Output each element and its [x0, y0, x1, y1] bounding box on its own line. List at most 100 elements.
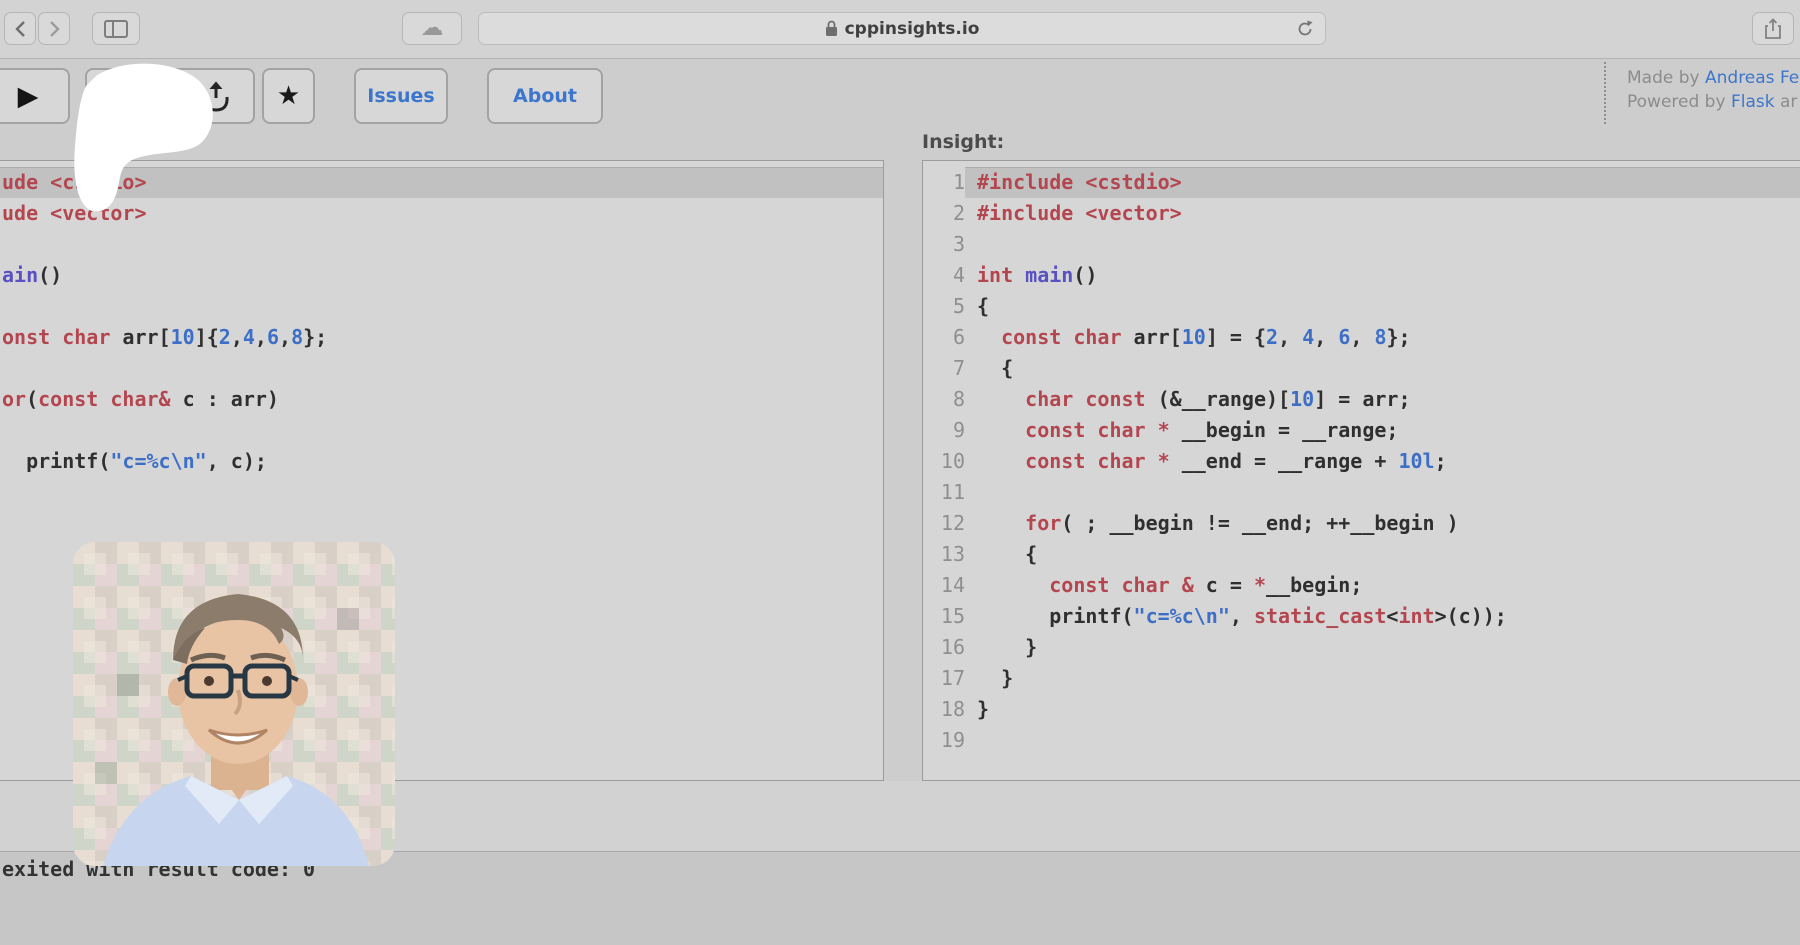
url-text: cppinsights.io [845, 19, 980, 39]
code-line-text: int main() [965, 260, 1800, 291]
line-number: 19 [923, 725, 965, 756]
code-line-text: #include <cstdio> [965, 167, 1800, 198]
code-line: 8 char const (&__range)[10] = arr; [923, 384, 1800, 415]
back-button[interactable] [4, 12, 36, 45]
code-line: 1#include <cstdio> [923, 167, 1800, 198]
chevron-left-icon [15, 20, 26, 38]
star-button[interactable]: ★ [262, 68, 315, 124]
code-line-text [0, 415, 883, 446]
line-number: 5 [923, 291, 965, 322]
about-button[interactable]: About [487, 68, 603, 124]
cloud-button[interactable]: ☁ [402, 12, 462, 45]
code-line: 17 } [923, 663, 1800, 694]
code-line: 10 const char * __end = __range + 10l; [923, 446, 1800, 477]
code-line: ain() [0, 260, 883, 291]
about-label: About [513, 85, 577, 107]
code-line-text: } [965, 632, 1800, 663]
chevron-right-icon [49, 20, 60, 38]
code-line: 16 } [923, 632, 1800, 663]
cppinsights-page: { "browser": { "url_host": "cppinsights.… [0, 0, 1800, 945]
code-line: 6 const char arr[10] = {2, 4, 6, 8}; [923, 322, 1800, 353]
code-line-text: } [965, 663, 1800, 694]
code-line: 15 printf("c=%c\n", static_cast<int>(c))… [923, 601, 1800, 632]
code-line-text: char const (&__range)[10] = arr; [965, 384, 1800, 415]
refresh-icon [1295, 19, 1315, 39]
line-number: 17 [923, 663, 965, 694]
line-number: 1 [923, 167, 965, 198]
code-line [0, 229, 883, 260]
code-line-text: } [965, 694, 1800, 725]
share-button[interactable] [1752, 12, 1794, 45]
code-line: 9 const char * __begin = __range; [923, 415, 1800, 446]
star-icon: ★ [277, 83, 300, 109]
browser-chrome: ☁ cppinsights.io [0, 0, 1800, 59]
credits: Made by Andreas Fe Powered by Flask ar [1627, 66, 1800, 114]
code-line: or(const char& c : arr) [0, 384, 883, 415]
code-line-text: const char * __begin = __range; [965, 415, 1800, 446]
made-by-line: Made by Andreas Fe [1627, 66, 1800, 90]
cloud-icon: ☁ [421, 17, 444, 40]
line-number: 6 [923, 322, 965, 353]
run-button[interactable]: ▶ [0, 68, 70, 124]
line-number: 4 [923, 260, 965, 291]
line-number: 9 [923, 415, 965, 446]
insight-editor[interactable]: 1#include <cstdio>2#include <vector>34in… [922, 160, 1800, 781]
play-icon: ▶ [18, 83, 39, 110]
credits-divider [1604, 62, 1606, 124]
white-blob-overlay [68, 58, 220, 220]
code-line-text: const char arr[10] = {2, 4, 6, 8}; [965, 322, 1800, 353]
share-icon [1764, 18, 1782, 40]
code-line: 13 { [923, 539, 1800, 570]
line-number: 14 [923, 570, 965, 601]
code-line: 2#include <vector> [923, 198, 1800, 229]
powered-by-line: Powered by Flask ar [1627, 90, 1800, 114]
code-line-text [0, 229, 883, 260]
code-line-text: printf("c=%c\n", static_cast<int>(c)); [965, 601, 1800, 632]
code-line: 3 [923, 229, 1800, 260]
code-line: onst char arr[10]{2,4,6,8}; [0, 322, 883, 353]
flask-link[interactable]: Flask [1731, 92, 1775, 112]
code-line-text: { [965, 539, 1800, 570]
line-number: 16 [923, 632, 965, 663]
sidebar-toggle-button[interactable] [92, 12, 140, 45]
forward-button[interactable] [38, 12, 70, 45]
code-line-text: or(const char& c : arr) [0, 384, 883, 415]
line-number: 11 [923, 477, 965, 508]
line-number: 18 [923, 694, 965, 725]
author-link[interactable]: Andreas Fe [1705, 68, 1799, 88]
code-line: printf("c=%c\n", c); [0, 446, 883, 477]
line-number: 3 [923, 229, 965, 260]
code-line: 5{ [923, 291, 1800, 322]
line-number: 2 [923, 198, 965, 229]
code-line: 12 for( ; __begin != __end; ++__begin ) [923, 508, 1800, 539]
line-number: 13 [923, 539, 965, 570]
code-line-text [965, 477, 1800, 508]
code-line-text: #include <vector> [965, 198, 1800, 229]
code-line-text [0, 291, 883, 322]
code-line: 14 const char & c = *__begin; [923, 570, 1800, 601]
sidebar-icon [104, 20, 128, 38]
code-line: 18} [923, 694, 1800, 725]
issues-button[interactable]: Issues [354, 68, 448, 124]
code-line-text: const char & c = *__begin; [965, 570, 1800, 601]
line-number: 12 [923, 508, 965, 539]
code-line-text: ain() [0, 260, 883, 291]
code-line: 19 [923, 725, 1800, 756]
code-line-text: for( ; __begin != __end; ++__begin ) [965, 508, 1800, 539]
code-line-text: { [965, 291, 1800, 322]
code-line [0, 415, 883, 446]
code-line-text: { [965, 353, 1800, 384]
address-bar[interactable]: cppinsights.io [478, 12, 1326, 45]
code-line-text [965, 229, 1800, 260]
code-line: 4int main() [923, 260, 1800, 291]
code-line [0, 353, 883, 384]
line-number: 10 [923, 446, 965, 477]
portrait-illustration [73, 542, 395, 866]
code-line-text: const char * __end = __range + 10l; [965, 446, 1800, 477]
line-number: 15 [923, 601, 965, 632]
code-line-text [965, 725, 1800, 756]
code-line-text [0, 353, 883, 384]
line-number: 8 [923, 384, 965, 415]
code-line: 7 { [923, 353, 1800, 384]
refresh-button[interactable] [1295, 19, 1315, 44]
